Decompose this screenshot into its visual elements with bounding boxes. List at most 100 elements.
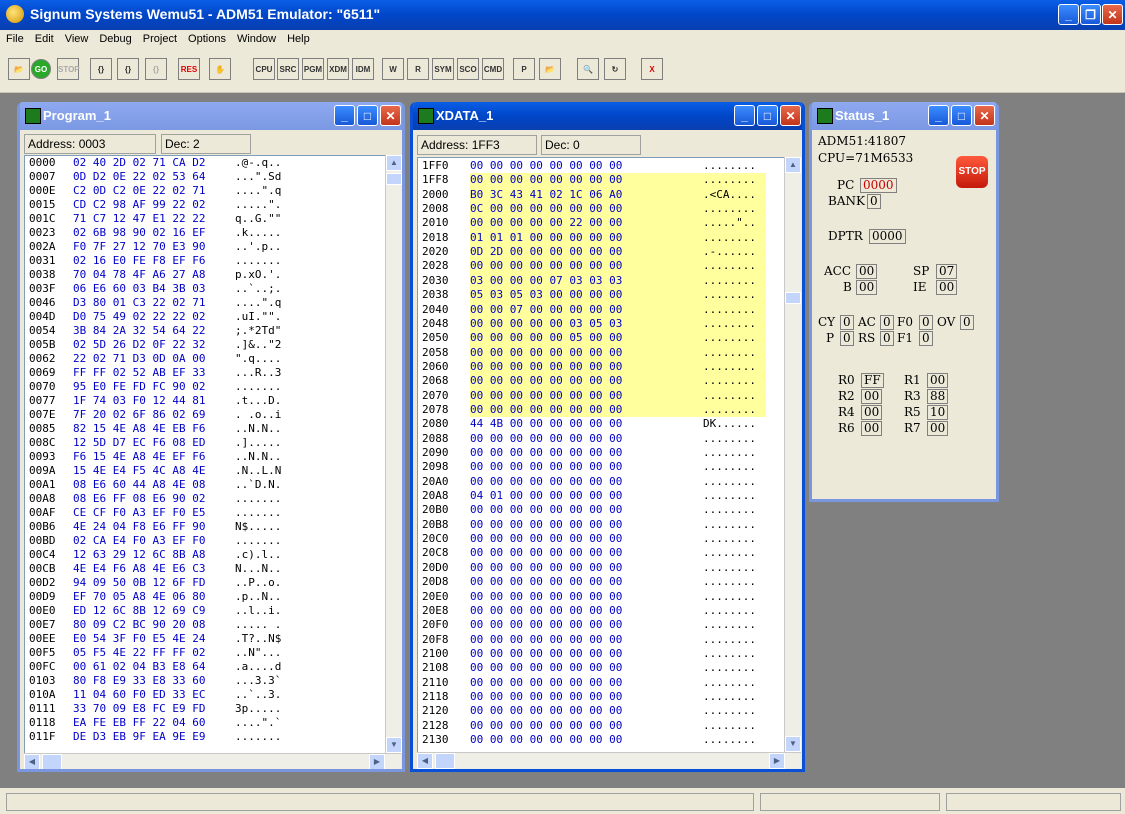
memory-row[interactable]: 007E 7F 20 02 6F 86 02 69 . .o..i <box>25 409 385 419</box>
row-bytes[interactable]: EA FE EB FF 22 04 60 <box>73 717 205 727</box>
exit-button[interactable]: X <box>641 58 663 80</box>
xdata-hex-pane[interactable]: 1FF0 00 00 00 00 00 00 00 00........ 1FF8 0… <box>417 157 785 754</box>
row-bytes[interactable]: 00 00 00 00 00 00 00 00 <box>470 261 622 271</box>
row-bytes[interactable]: 01 01 01 00 00 00 00 00 <box>470 232 622 242</box>
memory-row[interactable]: 2120 00 00 00 00 00 00 00 00........ <box>418 706 784 716</box>
command-window-button[interactable]: CMD <box>482 58 504 80</box>
row-bytes[interactable]: 22 02 71 D3 0D 0A 00 <box>73 353 205 363</box>
memory-row[interactable]: 20D0 00 00 00 00 00 00 00 00........ <box>418 562 784 572</box>
watch-window-button[interactable]: W <box>382 58 404 80</box>
memory-row[interactable]: 2028 00 00 00 00 00 00 00 00........ <box>418 261 784 271</box>
memory-row[interactable]: 00D2 94 09 50 0B 12 6F FD ..P..o. <box>25 577 385 587</box>
memory-row[interactable]: 0069 FF FF 02 52 AB EF 33 ...R..3 <box>25 367 385 377</box>
row-bytes[interactable]: C2 0D C2 0E 22 02 71 <box>73 185 205 195</box>
row-bytes[interactable]: 12 63 29 12 6C 8B A8 <box>73 549 205 559</box>
memory-row[interactable]: 00B6 4E 24 04 F8 E6 FF 90 N$..... <box>25 521 385 531</box>
memory-row[interactable]: 2008 0C 00 00 00 00 00 00 00........ <box>418 203 784 213</box>
acc-value[interactable]: 00 <box>856 264 878 279</box>
memory-row[interactable]: 0038 70 04 78 4F A6 27 A8 p.xO.'. <box>25 269 385 279</box>
memory-row[interactable]: 00E7 80 09 C2 BC 90 20 08 ..... . <box>25 619 385 629</box>
refresh-button[interactable]: ↻ <box>604 58 626 80</box>
scope-window-button[interactable]: SCO <box>457 58 479 80</box>
memory-row[interactable]: 0000 02 40 2D 02 71 CA D2 .@-.q.. <box>25 157 385 167</box>
row-bytes[interactable]: 00 00 00 00 00 00 00 00 <box>470 634 622 644</box>
minimize-icon[interactable]: _ <box>928 105 949 126</box>
r3-value[interactable]: 88 <box>927 389 949 404</box>
memory-row[interactable]: 2088 00 00 00 00 00 00 00 00........ <box>418 433 784 443</box>
row-bytes[interactable]: 00 00 00 00 00 00 00 00 <box>470 404 622 414</box>
maximize-icon[interactable]: □ <box>357 105 378 126</box>
memory-row[interactable]: 2038 05 03 05 03 00 00 00 00........ <box>418 289 784 299</box>
memory-row[interactable]: 002A F0 7F 27 12 70 E3 90 ..'.p.. <box>25 241 385 251</box>
scroll-down-icon[interactable]: ▼ <box>785 736 801 752</box>
menu-file[interactable]: File <box>0 30 29 45</box>
close-icon[interactable]: ✕ <box>780 105 801 126</box>
memory-row[interactable]: 1FF0 00 00 00 00 00 00 00 00........ <box>418 160 784 170</box>
memory-row[interactable]: 20E8 00 00 00 00 00 00 00 00........ <box>418 605 784 615</box>
row-bytes[interactable]: 80 F8 E9 33 E8 33 60 <box>73 675 205 685</box>
memory-row[interactable]: 003F 06 E6 60 03 B4 3B 03 ..`..;. <box>25 283 385 293</box>
row-bytes[interactable]: 03 00 00 00 07 03 03 03 <box>470 275 622 285</box>
stop-button[interactable]: STOP <box>57 58 80 80</box>
memory-row[interactable]: 2078 00 00 00 00 00 00 00 00........ <box>418 404 784 414</box>
row-bytes[interactable]: 05 F5 4E 22 FF FF 02 <box>73 647 205 657</box>
rs-value[interactable]: 0 <box>880 331 894 346</box>
row-bytes[interactable]: 00 00 00 00 00 00 00 00 <box>470 519 622 529</box>
memory-row[interactable]: 20A8 04 01 00 00 00 00 00 00........ <box>418 490 784 500</box>
r0-value[interactable]: FF <box>861 373 884 388</box>
row-bytes[interactable]: 00 00 00 00 00 00 00 00 <box>470 619 622 629</box>
ac-value[interactable]: 0 <box>880 315 894 330</box>
project-button[interactable]: P <box>513 58 535 80</box>
row-bytes[interactable]: 00 00 00 00 00 00 00 00 <box>470 361 622 371</box>
row-bytes[interactable]: EF 70 05 A8 4E 06 80 <box>73 591 205 601</box>
row-bytes[interactable]: 00 00 00 00 00 00 00 00 <box>470 663 622 673</box>
row-bytes[interactable]: 4E E4 F6 A8 4E E6 C3 <box>73 563 205 573</box>
row-bytes[interactable]: CD C2 98 AF 99 22 02 <box>73 199 205 209</box>
memory-row[interactable]: 20E0 00 00 00 00 00 00 00 00........ <box>418 591 784 601</box>
source-window-button[interactable]: SRC <box>277 58 299 80</box>
r5-value[interactable]: 10 <box>927 405 949 420</box>
row-bytes[interactable]: 00 00 00 00 00 00 00 00 <box>470 476 622 486</box>
row-bytes[interactable]: 80 09 C2 BC 90 20 08 <box>73 619 205 629</box>
bank-value[interactable]: 0 <box>867 194 881 209</box>
memory-row[interactable]: 2000 B0 3C 43 41 02 1C 06 A0 .<CA.... <box>418 189 784 199</box>
step-into-button[interactable]: {} <box>90 58 112 80</box>
reset-button[interactable]: RES <box>178 58 200 80</box>
row-bytes[interactable]: 02 5D 26 D2 0F 22 32 <box>73 339 205 349</box>
row-bytes[interactable]: 70 04 78 4F A6 27 A8 <box>73 269 205 279</box>
register-window-button[interactable]: R <box>407 58 429 80</box>
row-bytes[interactable]: 00 00 00 00 00 00 00 00 <box>470 648 622 658</box>
dptr-value[interactable]: 0000 <box>869 229 906 244</box>
memory-row[interactable]: 20D8 00 00 00 00 00 00 00 00........ <box>418 576 784 586</box>
memory-row[interactable]: 2030 03 00 00 00 07 03 03 03........ <box>418 275 784 285</box>
maximize-icon[interactable]: □ <box>951 105 972 126</box>
memory-row[interactable]: 00AF CE CF F0 A3 EF F0 E5....... <box>25 507 385 517</box>
memory-row[interactable]: 2050 00 00 00 00 00 05 00 00........ <box>418 332 784 342</box>
row-bytes[interactable]: 00 00 00 00 00 00 00 00 <box>470 576 622 586</box>
close-icon[interactable]: ✕ <box>974 105 995 126</box>
cy-value[interactable]: 0 <box>840 315 854 330</box>
r6-value[interactable]: 00 <box>861 421 883 436</box>
symbols-window-button[interactable]: SYM <box>432 58 454 80</box>
row-bytes[interactable]: 06 E6 60 03 B4 3B 03 <box>73 283 205 293</box>
scroll-up-icon[interactable]: ▲ <box>386 155 402 171</box>
memory-row[interactable]: 2058 00 00 00 00 00 00 00 00........ <box>418 347 784 357</box>
row-bytes[interactable]: ED 12 6C 8B 12 69 C9 <box>73 605 205 615</box>
row-bytes[interactable]: D0 75 49 02 22 22 02 <box>73 311 205 321</box>
memory-row[interactable]: 0007 0D D2 0E 22 02 53 64 ...".Sd <box>25 171 385 181</box>
memory-row[interactable]: 2128 00 00 00 00 00 00 00 00........ <box>418 720 784 730</box>
scroll-down-icon[interactable]: ▼ <box>386 737 402 753</box>
row-bytes[interactable]: 12 5D D7 EC F6 08 ED <box>73 437 205 447</box>
memory-row[interactable]: 009A 15 4E E4 F5 4C A8 4E .N..L.N <box>25 465 385 475</box>
row-bytes[interactable]: B0 3C 43 41 02 1C 06 A0 <box>470 189 622 199</box>
maximize-icon[interactable]: □ <box>757 105 778 126</box>
memory-row[interactable]: 2010 00 00 00 00 00 22 00 00 .....".. <box>418 218 784 228</box>
memory-row[interactable]: 0085 82 15 4E A8 4E EB F6 ..N.N.. <box>25 423 385 433</box>
row-bytes[interactable]: 04 01 00 00 00 00 00 00 <box>470 490 622 500</box>
memory-row[interactable]: 000E C2 0D C2 0E 22 02 71 ....".q <box>25 185 385 195</box>
memory-row[interactable]: 20F8 00 00 00 00 00 00 00 00........ <box>418 634 784 644</box>
memory-row[interactable]: 00C4 12 63 29 12 6C 8B A8 .c).l.. <box>25 549 385 559</box>
row-bytes[interactable]: FF FF 02 52 AB EF 33 <box>73 367 205 377</box>
memory-row[interactable]: 010A 11 04 60 F0 ED 33 EC ..`..3. <box>25 689 385 699</box>
row-bytes[interactable]: 00 00 00 00 00 00 00 00 <box>470 376 622 386</box>
